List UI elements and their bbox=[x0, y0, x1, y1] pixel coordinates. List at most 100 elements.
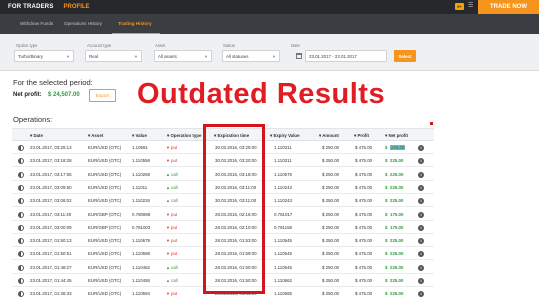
info-icon[interactable]: i bbox=[418, 211, 424, 218]
clock-icon bbox=[18, 238, 24, 245]
date-cell: 23.01.2017, 01:50:13 bbox=[30, 238, 72, 244]
chevron-down-icon: ▼ bbox=[204, 54, 208, 59]
arrow-up-icon: ▲ bbox=[166, 171, 170, 177]
date-cell: 23.01.2017, 01:50:51 bbox=[30, 251, 72, 257]
col-profit[interactable]: ▾ Profit bbox=[354, 133, 369, 139]
info-icon[interactable]: i bbox=[418, 238, 424, 245]
date-cell: 23.01.2017, 01:44:45 bbox=[30, 278, 72, 283]
date-range-value: 23.01.2017 - 23.01.2017 bbox=[309, 53, 357, 59]
info-icon[interactable]: i bbox=[418, 158, 424, 165]
date-range-input[interactable]: 23.01.2017 - 23.01.2017 bbox=[305, 50, 387, 62]
date-label: Date bbox=[291, 43, 300, 48]
date-cell: 23.01.2017, 01:48:27 bbox=[30, 264, 72, 270]
account-type-select[interactable]: Real ▼ bbox=[85, 50, 142, 62]
exp-val-cell: 1.110243 bbox=[274, 184, 292, 190]
chevron-down-icon: ▼ bbox=[134, 54, 138, 59]
col-operation-type[interactable]: ▾ Operation type bbox=[167, 133, 201, 139]
value-cell: 1.110462 bbox=[132, 264, 150, 270]
operation-type-cell: call bbox=[171, 278, 178, 283]
notification-badge[interactable]: 9+ bbox=[455, 3, 464, 10]
asset-cell: EUR/GBP (OTC) bbox=[88, 211, 122, 217]
date-cell: 23.01.2017, 03:09:50 bbox=[30, 184, 72, 190]
asset-cell: EUR/USD (OTC) bbox=[88, 171, 122, 177]
col-expiry-value[interactable]: ▾ Expiry Value bbox=[270, 133, 300, 139]
asset-select[interactable]: All assets ▼ bbox=[154, 50, 212, 62]
value-cell: 1.110455 bbox=[132, 278, 150, 283]
col-net-profit[interactable]: ▾ Net profit bbox=[385, 133, 408, 139]
tab-operations-history[interactable]: Operations History bbox=[64, 21, 102, 26]
info-icon[interactable]: i bbox=[418, 278, 424, 284]
asset-value: All assets bbox=[158, 53, 177, 59]
value-cell: 1.10591 bbox=[132, 145, 148, 150]
amount-cell: $ 250.00 bbox=[322, 184, 340, 190]
net-profit-cell: 225.00 bbox=[390, 238, 404, 244]
asset-cell: EUR/USD (OTC) bbox=[88, 238, 122, 244]
info-icon[interactable]: i bbox=[418, 171, 424, 178]
col-date[interactable]: ▾ Date bbox=[30, 133, 43, 139]
tab-bar: Withdraw Funds Operations History Tradin… bbox=[0, 14, 539, 34]
clock-icon bbox=[18, 278, 24, 284]
asset-cell: EUR/USD (OTC) bbox=[88, 158, 122, 164]
profit-cell: $ 475.00 bbox=[355, 158, 373, 164]
option-type-label: Option type bbox=[16, 43, 38, 48]
net-profit-cell: 225.00 bbox=[390, 184, 404, 190]
amount-cell: $ 250.00 bbox=[322, 158, 340, 164]
trading-history-page: FOR TRADERS PROFILE 9+ ☰ TRADE NOW Withd… bbox=[0, 0, 539, 298]
account-type-label: Account type bbox=[87, 43, 112, 48]
export-button[interactable]: Export bbox=[89, 89, 116, 102]
option-type-select[interactable]: Turbo/Binary ▼ bbox=[14, 50, 74, 62]
col-net-profit-label: Net profit bbox=[388, 133, 408, 138]
tab-withdraw-funds[interactable]: Withdraw Funds bbox=[20, 21, 53, 26]
menu-icon[interactable]: ☰ bbox=[468, 3, 473, 10]
col-amount[interactable]: ▾ Amount bbox=[319, 133, 339, 139]
chevron-down-icon: ▼ bbox=[272, 54, 276, 59]
profit-cell: $ 475.00 bbox=[355, 171, 373, 177]
info-icon[interactable]: i bbox=[418, 145, 424, 151]
operation-type-cell: put bbox=[171, 251, 178, 257]
net-profit-cell: 225.00 bbox=[390, 251, 404, 257]
profit-cell: $ 475.00 bbox=[355, 184, 373, 190]
amount-cell: $ 250.00 bbox=[322, 198, 340, 204]
col-date-label: Date bbox=[33, 133, 43, 138]
status-select[interactable]: All statuses ▼ bbox=[222, 50, 280, 62]
tab-trading-history[interactable]: Trading History bbox=[118, 21, 152, 26]
amount-cell: $ 250.00 bbox=[322, 264, 340, 270]
arrow-up-icon: ▲ bbox=[166, 198, 170, 204]
col-value[interactable]: ▾ Value bbox=[132, 133, 147, 139]
asset-cell: EUR/USD (OTC) bbox=[88, 145, 122, 150]
arrow-down-icon: ▼ bbox=[166, 224, 170, 230]
profile-link[interactable]: PROFILE bbox=[64, 4, 90, 10]
col-value-label: Value bbox=[135, 133, 147, 138]
date-cell: 23.01.2017, 03:06:02 bbox=[30, 198, 72, 204]
profit-cell: $ 475.00 bbox=[355, 264, 373, 270]
status-label: Status bbox=[223, 43, 235, 48]
asset-label: Asset bbox=[155, 43, 166, 48]
clock-icon bbox=[18, 145, 24, 151]
exp-val-cell: 1.110576 bbox=[274, 171, 292, 177]
calendar-icon[interactable] bbox=[296, 53, 302, 59]
info-icon[interactable]: i bbox=[418, 264, 424, 271]
account-type-value: Real bbox=[89, 53, 99, 59]
amount-cell: $ 250.00 bbox=[322, 238, 340, 244]
operation-type-cell: call bbox=[171, 264, 178, 270]
amount-cell: $ 250.00 bbox=[322, 224, 340, 230]
select-button[interactable]: Select bbox=[394, 50, 416, 62]
info-icon[interactable]: i bbox=[418, 198, 424, 205]
info-icon[interactable]: i bbox=[418, 251, 424, 258]
exp-val-cell: 1.110645 bbox=[274, 264, 292, 270]
net-profit-cell: 225.00 bbox=[390, 264, 404, 270]
profit-cell: $ 475.00 bbox=[355, 211, 373, 217]
trade-now-button[interactable]: TRADE NOW bbox=[478, 0, 539, 14]
profit-cell: $ 475.00 bbox=[355, 251, 373, 257]
info-icon[interactable]: i bbox=[418, 184, 424, 191]
currency-symbol: $ bbox=[385, 238, 388, 244]
info-icon[interactable]: i bbox=[418, 291, 424, 298]
col-asset[interactable]: ▾ Asset bbox=[88, 133, 103, 139]
arrow-down-icon: ▼ bbox=[166, 251, 170, 257]
value-cell: 1.110558 bbox=[132, 158, 150, 164]
info-icon[interactable]: i bbox=[418, 224, 424, 231]
value-cell: 1.110588 bbox=[132, 251, 150, 257]
option-type-value: Turbo/Binary bbox=[18, 53, 43, 59]
brand-link[interactable]: FOR TRADERS bbox=[8, 4, 54, 10]
net-profit-cell: 225.00 bbox=[390, 198, 404, 204]
